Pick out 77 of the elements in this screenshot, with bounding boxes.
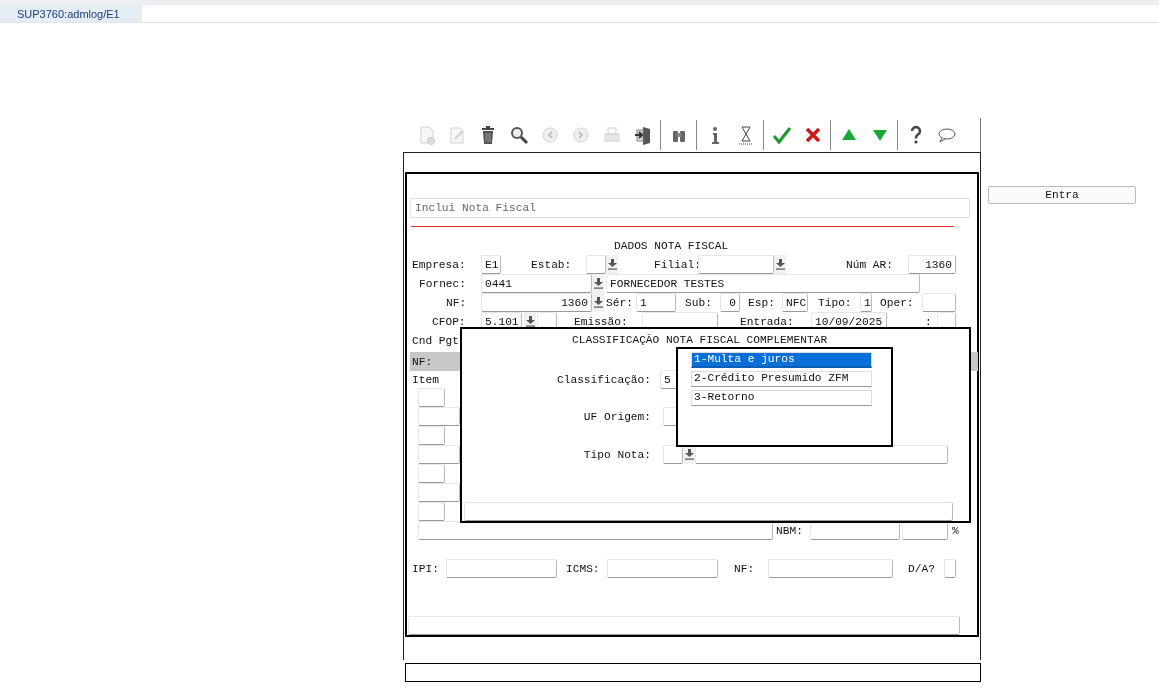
field-label: NF: [412, 355, 433, 369]
field-label: NF: [446, 296, 467, 310]
input-field[interactable]: E1 [481, 255, 501, 274]
field-label: Cnd Pgt [412, 334, 459, 348]
exit-icon[interactable] [632, 125, 653, 145]
section-title: DADOS NOTA FISCAL [614, 239, 729, 253]
input-field[interactable] [418, 464, 445, 483]
input-field[interactable] [663, 445, 683, 464]
lookup-button[interactable] [592, 274, 604, 293]
down-arrow-icon [775, 259, 785, 270]
field-label: UF Origem: [583, 410, 651, 424]
field-label: Oper: [880, 296, 914, 310]
search-icon[interactable] [508, 125, 529, 145]
speech-bubble-icon[interactable] [936, 125, 957, 145]
input-field[interactable] [607, 559, 718, 578]
dialog-title: CLASSIFICAÇÃO NOTA FISCAL COMPLEMENTAR [572, 333, 828, 347]
input-field[interactable] [418, 445, 460, 464]
field-label: Estab: [531, 258, 572, 272]
field-label: ICMS: [566, 562, 600, 576]
input-field[interactable] [418, 407, 460, 426]
field-label: Fornec: [419, 277, 466, 291]
input-field[interactable] [944, 559, 956, 578]
input-field[interactable] [922, 293, 956, 312]
dropdown-option[interactable]: 3-Retorno [691, 390, 872, 406]
field-label: CFOP: [432, 315, 466, 329]
field-label: Emissão: [574, 315, 628, 329]
input-field[interactable]: 1 [860, 293, 872, 312]
field-label: IPI: [412, 562, 439, 576]
input-field[interactable]: 0441 [481, 274, 592, 293]
dropdown-option[interactable]: 2-Crédito Presumido ZFM [691, 371, 872, 387]
field-label: Núm AR: [846, 258, 893, 272]
input-field[interactable] [464, 502, 953, 521]
input-field[interactable]: NFC [782, 293, 808, 312]
down-arrow-icon [525, 316, 535, 327]
down-arrow-icon [607, 259, 617, 270]
field-label: NBM: [776, 524, 803, 538]
input-field[interactable] [408, 616, 960, 635]
field-label: D/A? [908, 562, 935, 576]
enter-button[interactable]: Entra [988, 186, 1136, 204]
input-field[interactable] [418, 483, 460, 502]
field-label: Sub: [685, 296, 712, 310]
dropdown-option[interactable]: 1-Multa e juros [691, 352, 872, 368]
input-field[interactable] [695, 445, 948, 464]
input-field[interactable]: FORNECEDOR TESTES [606, 274, 920, 293]
field-label: NF: [734, 562, 755, 576]
input-field[interactable]: 1360 [481, 293, 592, 312]
input-field[interactable] [698, 255, 774, 274]
field-label: Tipo Nota: [583, 448, 651, 462]
field-label: Classificação: [557, 373, 651, 387]
field-label: Filial: [654, 258, 701, 272]
input-field[interactable]: 1 [636, 293, 676, 312]
field-label: % [952, 524, 959, 538]
title-field: Inclui Nota Fiscal [410, 198, 970, 218]
down-arrow-icon [593, 278, 603, 289]
field-label: Esp: [748, 296, 775, 310]
input-field[interactable]: 1360 [908, 255, 956, 274]
field-label: Entrada: [740, 315, 794, 329]
field-label: : [925, 315, 932, 329]
app-tab[interactable]: SUP3760:admlog/E1 [0, 5, 142, 22]
input-field[interactable]: 0 [720, 293, 740, 312]
field-label: Tipo: [818, 296, 852, 310]
input-field[interactable] [418, 388, 445, 407]
check-icon[interactable] [771, 125, 792, 145]
input-field[interactable] [418, 502, 445, 521]
input-field[interactable] [418, 426, 445, 445]
lookup-button[interactable] [774, 255, 786, 274]
input-field[interactable] [768, 559, 893, 578]
down-arrow-icon [684, 449, 694, 460]
input-field[interactable] [586, 255, 606, 274]
down-arrow-icon [593, 297, 603, 308]
input-field[interactable] [446, 559, 557, 578]
field-label: Item [412, 373, 439, 387]
field-label: Sér: [606, 296, 633, 310]
input-field[interactable] [418, 521, 773, 540]
lookup-button[interactable] [606, 255, 618, 274]
lookup-button[interactable] [592, 293, 604, 312]
field-label: Empresa: [412, 258, 466, 272]
